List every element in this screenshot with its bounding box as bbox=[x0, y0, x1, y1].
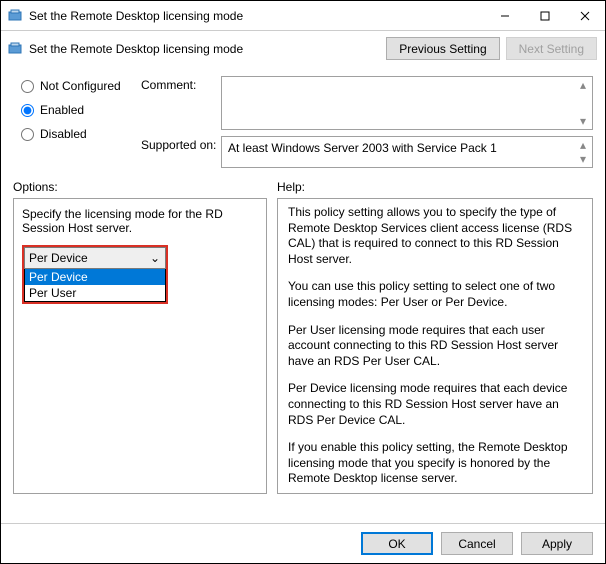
radio-input[interactable] bbox=[21, 128, 34, 141]
apply-button[interactable]: Apply bbox=[521, 532, 593, 555]
options-panel: Specify the licensing mode for the RD Se… bbox=[13, 198, 267, 494]
help-text: This policy setting allows you to specif… bbox=[288, 205, 582, 267]
radio-label: Enabled bbox=[40, 103, 84, 117]
help-panel: This policy setting allows you to specif… bbox=[277, 198, 593, 494]
radio-input[interactable] bbox=[21, 104, 34, 117]
scroll-up-icon[interactable]: ▴ bbox=[576, 139, 590, 151]
help-text: If you enable this policy setting, the R… bbox=[288, 440, 582, 487]
minimize-button[interactable] bbox=[485, 1, 525, 30]
state-radio-group: Not Configured Enabled Disabled bbox=[21, 76, 141, 174]
next-setting-button: Next Setting bbox=[506, 37, 597, 60]
config-area: Not Configured Enabled Disabled Comment:… bbox=[1, 66, 605, 174]
window-title: Set the Remote Desktop licensing mode bbox=[29, 9, 485, 23]
policy-icon bbox=[7, 8, 23, 24]
supported-label: Supported on: bbox=[141, 136, 221, 168]
licensing-mode-dropdown[interactable]: Per Device ⌄ bbox=[24, 247, 166, 269]
options-description: Specify the licensing mode for the RD Se… bbox=[22, 207, 258, 235]
supported-text: At least Windows Server 2003 with Servic… bbox=[228, 141, 497, 155]
header-subtitle: Set the Remote Desktop licensing mode bbox=[29, 42, 380, 56]
policy-icon bbox=[7, 41, 23, 57]
dropdown-list: Per Device Per User bbox=[24, 269, 166, 302]
help-text: Per User licensing mode requires that ea… bbox=[288, 323, 582, 370]
radio-input[interactable] bbox=[21, 80, 34, 93]
close-button[interactable] bbox=[565, 1, 605, 30]
options-label: Options: bbox=[13, 178, 267, 198]
comment-input[interactable]: ▴ ▾ bbox=[221, 76, 593, 130]
supported-text-box: At least Windows Server 2003 with Servic… bbox=[221, 136, 593, 168]
comment-label: Comment: bbox=[141, 76, 221, 130]
dropdown-item-per-user[interactable]: Per User bbox=[25, 285, 165, 301]
licensing-mode-highlight: Per Device ⌄ Per Device Per User bbox=[22, 245, 168, 304]
scroll-up-icon[interactable]: ▴ bbox=[576, 79, 590, 91]
help-text: You can use this policy setting to selec… bbox=[288, 279, 582, 310]
scroll-down-icon[interactable]: ▾ bbox=[576, 115, 590, 127]
radio-label: Not Configured bbox=[40, 79, 121, 93]
help-text: Per Device licensing mode requires that … bbox=[288, 381, 582, 428]
dropdown-selected: Per Device bbox=[29, 251, 147, 265]
titlebar: Set the Remote Desktop licensing mode bbox=[1, 1, 605, 31]
radio-disabled[interactable]: Disabled bbox=[21, 124, 141, 144]
header-row: Set the Remote Desktop licensing mode Pr… bbox=[1, 31, 605, 66]
scroll-down-icon[interactable]: ▾ bbox=[576, 153, 590, 165]
help-label: Help: bbox=[277, 178, 593, 198]
radio-enabled[interactable]: Enabled bbox=[21, 100, 141, 120]
radio-label: Disabled bbox=[40, 127, 87, 141]
radio-not-configured[interactable]: Not Configured bbox=[21, 76, 141, 96]
previous-setting-button[interactable]: Previous Setting bbox=[386, 37, 499, 60]
dropdown-item-per-device[interactable]: Per Device bbox=[25, 269, 165, 285]
chevron-down-icon: ⌄ bbox=[147, 251, 163, 265]
footer: OK Cancel Apply bbox=[1, 523, 605, 563]
maximize-button[interactable] bbox=[525, 1, 565, 30]
ok-button[interactable]: OK bbox=[361, 532, 433, 555]
cancel-button[interactable]: Cancel bbox=[441, 532, 513, 555]
